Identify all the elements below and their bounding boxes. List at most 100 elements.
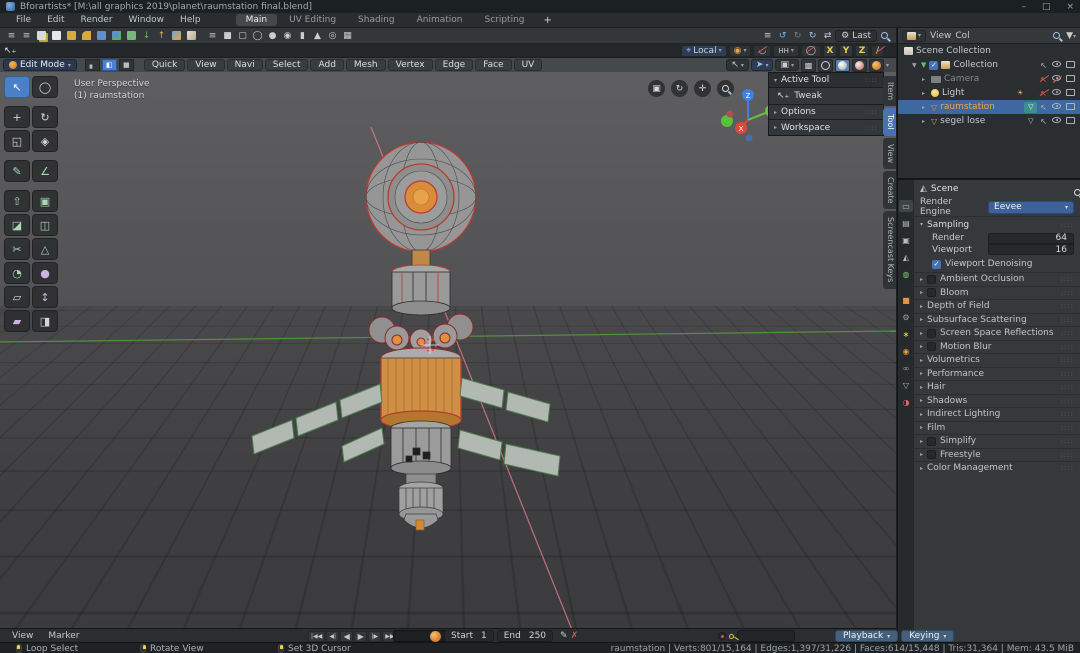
- menu-file[interactable]: File: [8, 15, 39, 25]
- render-engine-dropdown[interactable]: Eevee▾: [988, 201, 1074, 214]
- primitives-menu-icon[interactable]: ≡: [206, 30, 219, 42]
- tool-shrink-fatten[interactable]: ↕: [32, 286, 58, 308]
- repeat-last-icon[interactable]: ⇄: [821, 30, 834, 42]
- add-cone-icon[interactable]: ▲: [311, 30, 324, 42]
- tab-particle-properties[interactable]: ∗: [899, 328, 913, 340]
- keying-dropdown[interactable]: Keying▾: [901, 630, 954, 642]
- outliner-editor-type-dropdown[interactable]: ▾: [902, 30, 926, 42]
- add-workspace-button[interactable]: +: [536, 15, 560, 26]
- face-select-mode-button[interactable]: ■: [119, 59, 134, 71]
- active-keying-set-field[interactable]: [737, 630, 795, 642]
- outliner-row-raumstation[interactable]: ▸ ▽ raumstation ▽ ↖: [898, 100, 1080, 114]
- orbit-icon[interactable]: ↻: [671, 80, 688, 97]
- outliner-row-light[interactable]: ▸ Light ☀ ↖: [898, 86, 1080, 100]
- mirror-x-button[interactable]: X: [823, 45, 837, 57]
- camera-view-icon[interactable]: ▣: [648, 80, 665, 97]
- menu-window[interactable]: Window: [121, 15, 173, 25]
- tab-object-properties[interactable]: ■: [899, 294, 913, 306]
- workspace-tab-animation[interactable]: Animation: [407, 14, 473, 26]
- link-icon[interactable]: [170, 30, 183, 42]
- new-file-alt-icon[interactable]: [50, 30, 63, 42]
- minimize-button[interactable]: –: [1021, 2, 1026, 12]
- vertex-select-mode-button[interactable]: ▖: [85, 59, 100, 71]
- gizmos-dropdown[interactable]: ➤▾: [751, 59, 774, 71]
- collection-checkbox[interactable]: ✓: [929, 61, 938, 70]
- section-checkbox[interactable]: [927, 288, 936, 297]
- redo-history-icon[interactable]: ↻: [806, 30, 819, 42]
- tab-constraint-properties[interactable]: ∞: [899, 362, 913, 374]
- menu-edit[interactable]: Edit: [39, 15, 72, 25]
- section-indirect-lighting[interactable]: ▸Indirect Lighting::::: [914, 407, 1080, 421]
- add-cube-icon[interactable]: ▢: [236, 30, 249, 42]
- play-reverse-button[interactable]: ◀: [340, 631, 353, 642]
- playback-dropdown[interactable]: Playback▾: [835, 630, 898, 642]
- tool-bevel[interactable]: ◪: [4, 214, 30, 236]
- sidebar-tab-view[interactable]: View: [883, 138, 896, 169]
- section-checkbox[interactable]: [927, 329, 936, 338]
- adjust-last-operation-button[interactable]: ⚙ Last: [835, 30, 877, 42]
- timeline-marker-menu[interactable]: Marker: [42, 631, 85, 641]
- section-checkbox[interactable]: [927, 450, 936, 459]
- section-volumetrics[interactable]: ▸Volumetrics::::: [914, 353, 1080, 367]
- outliner-col-menu[interactable]: Col: [955, 31, 969, 41]
- workspace-tab-scripting[interactable]: Scripting: [474, 14, 534, 26]
- editor-type-menu-icon[interactable]: ≡: [5, 30, 18, 42]
- viewport-denoising-checkbox[interactable]: ✓: [932, 260, 941, 269]
- tool-rip-region[interactable]: ◨: [32, 310, 58, 332]
- tool-shear[interactable]: ▰: [4, 310, 30, 332]
- import-icon[interactable]: ↓: [140, 30, 153, 42]
- shading-rendered-button[interactable]: [869, 59, 884, 72]
- outliner-row-collection[interactable]: ▼▼ ✓ Collection ↖: [898, 58, 1080, 72]
- tab-output-properties[interactable]: ▤: [899, 217, 913, 229]
- outliner-row-scene-collection[interactable]: Scene Collection: [898, 44, 1080, 58]
- add-cylinder-icon[interactable]: ▮: [296, 30, 309, 42]
- tool-poly-build[interactable]: △: [32, 238, 58, 260]
- tab-world-properties[interactable]: ◍: [899, 268, 913, 280]
- open-recent-icon[interactable]: [80, 30, 93, 42]
- snap-toggle[interactable]: ◡: [753, 45, 771, 57]
- tool-smooth[interactable]: ●: [32, 262, 58, 284]
- sampling-section-header[interactable]: ▾Sampling::::: [914, 216, 1080, 232]
- active-tool-row[interactable]: ↖₊ Tweak: [769, 88, 883, 105]
- tool-edge-slide[interactable]: ▱: [4, 286, 30, 308]
- close-button[interactable]: ×: [1066, 2, 1074, 12]
- menu-vertex[interactable]: Vertex: [388, 59, 433, 71]
- tool-loop-cut[interactable]: ◫: [32, 214, 58, 236]
- tool-spin[interactable]: ◔: [4, 262, 30, 284]
- snap-with-dropdown[interactable]: HH▾: [773, 45, 799, 57]
- tool-scale[interactable]: ◱: [4, 130, 30, 152]
- export-icon[interactable]: ↑: [155, 30, 168, 42]
- append-icon[interactable]: [185, 30, 198, 42]
- overlays-dropdown[interactable]: ▣▾: [775, 59, 799, 71]
- end-frame-field[interactable]: End250: [497, 630, 553, 642]
- add-plane-icon[interactable]: ■: [221, 30, 234, 42]
- tab-scene-properties[interactable]: ◭: [899, 251, 913, 263]
- sidebar-tab-tool[interactable]: Tool: [883, 108, 896, 136]
- save-file-icon[interactable]: [95, 30, 108, 42]
- menu-mesh[interactable]: Mesh: [346, 59, 386, 71]
- options-panel-header[interactable]: ▸ Options ::::: [769, 105, 883, 120]
- pivot-point-dropdown[interactable]: ◉▾: [729, 45, 752, 57]
- save-copy-icon[interactable]: [125, 30, 138, 42]
- undo-icon[interactable]: ↺: [776, 30, 789, 42]
- tab-material-properties[interactable]: ◑: [899, 396, 913, 408]
- workspace-tab-shading[interactable]: Shading: [348, 14, 405, 26]
- outliner-row-camera[interactable]: ▸ Camera ↖: [898, 72, 1080, 86]
- xray-toggle[interactable]: ▩: [801, 59, 816, 72]
- outliner-filter-icon[interactable]: ▼▾: [1066, 31, 1076, 41]
- snap-options-icon[interactable]: ∕: [871, 45, 884, 57]
- open-file-icon[interactable]: [65, 30, 78, 42]
- sampling-viewport-field[interactable]: 16: [988, 244, 1074, 255]
- select-tool-dropdown[interactable]: ↖▾: [726, 59, 749, 71]
- add-torus-icon[interactable]: ◎: [326, 30, 339, 42]
- mirror-y-button[interactable]: Y: [839, 45, 853, 57]
- search-icon[interactable]: [878, 30, 891, 42]
- menu-add[interactable]: Add: [310, 59, 343, 71]
- menu-face[interactable]: Face: [475, 59, 511, 71]
- record-icon[interactable]: [718, 632, 726, 640]
- timeline-view-menu[interactable]: View: [6, 631, 39, 641]
- outliner-row-segel-lose[interactable]: ▸ ▽ segel lose ▽ ↖: [898, 114, 1080, 128]
- insert-keyframe-icon[interactable]: ✎: [560, 631, 568, 641]
- redo-icon[interactable]: ↻: [791, 30, 804, 42]
- tool-tweak[interactable]: ↖: [4, 76, 30, 98]
